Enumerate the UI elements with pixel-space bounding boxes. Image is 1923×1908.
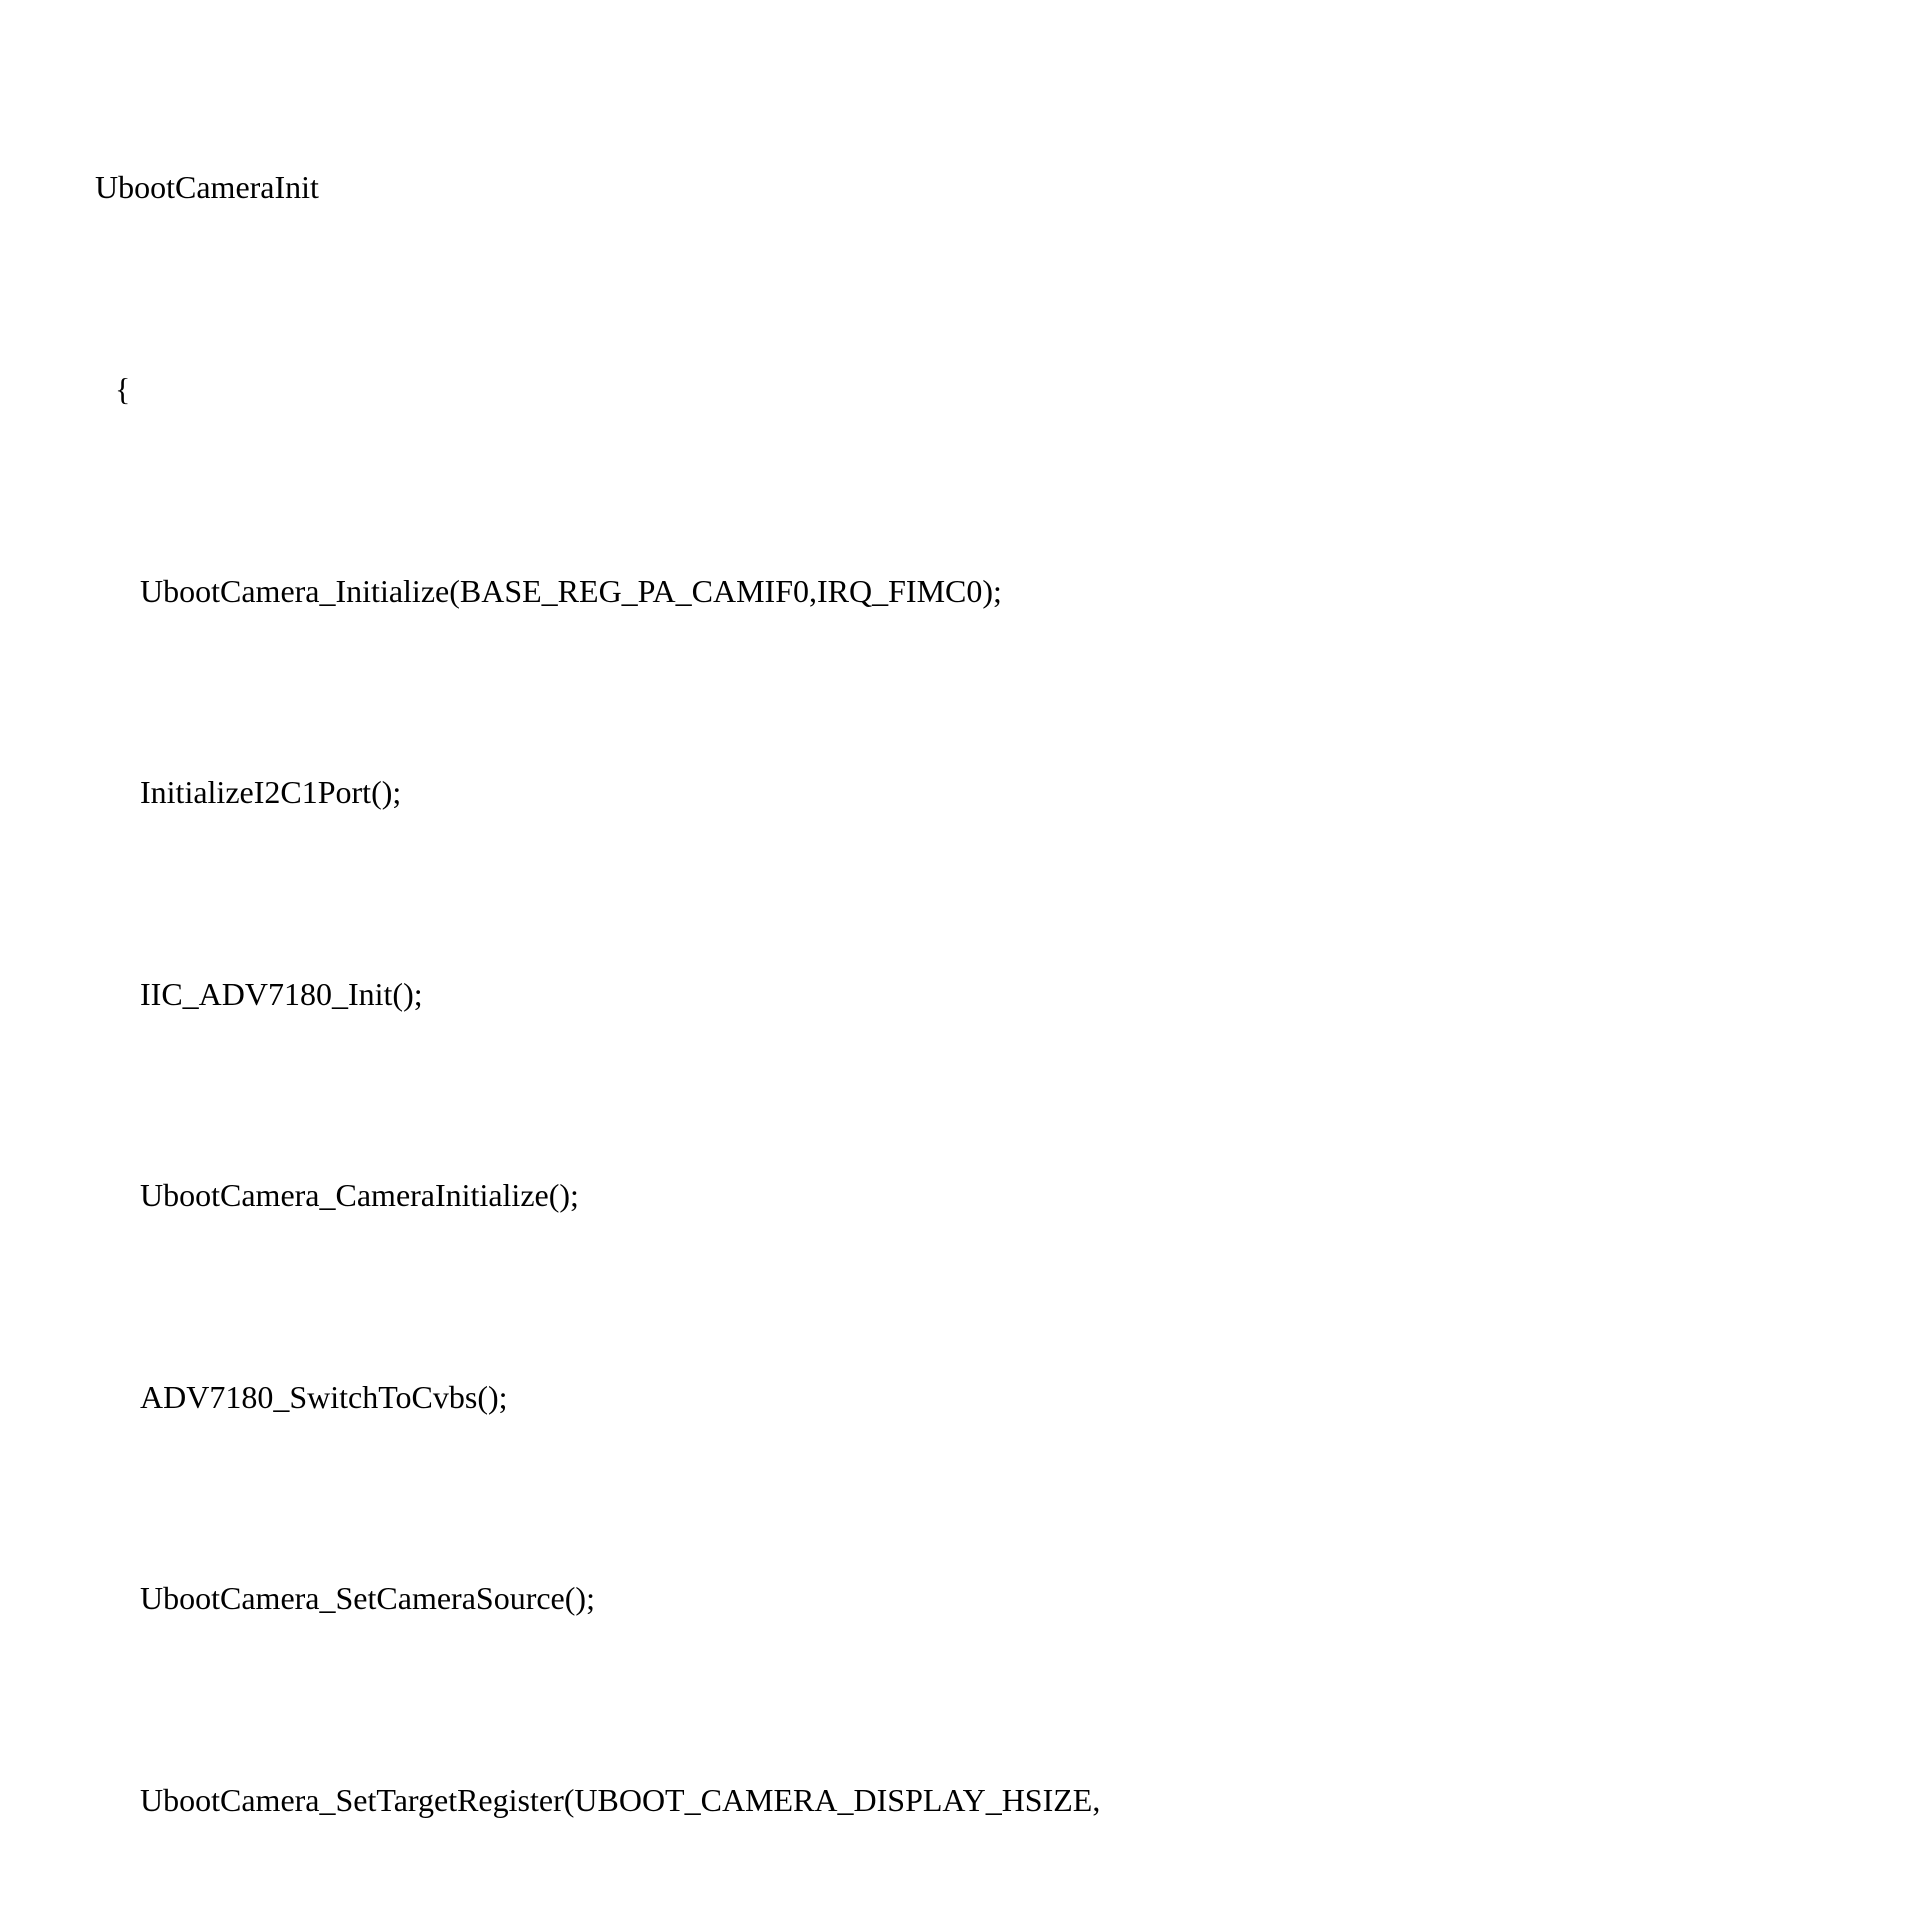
code-line: UbootCamera_SetCameraSource();: [0, 1565, 1923, 1632]
code-line: ADV7180_SwitchToCvbs();: [0, 1364, 1923, 1431]
code-line: UbootCameraInit: [0, 154, 1923, 221]
code-block: UbootCameraInit { UbootCamera_Initialize…: [0, 20, 1923, 1908]
code-line: {: [0, 356, 1923, 423]
code-line: UbootCamera_SetTargetRegister(UBOOT_CAME…: [0, 1767, 1923, 1834]
code-line: UbootCamera_CameraInitialize();: [0, 1162, 1923, 1229]
code-line: IIC_ADV7180_Init();: [0, 961, 1923, 1028]
code-line: InitializeI2C1Port();: [0, 759, 1923, 826]
code-line: UbootCamera_Initialize(BASE_REG_PA_CAMIF…: [0, 558, 1923, 625]
